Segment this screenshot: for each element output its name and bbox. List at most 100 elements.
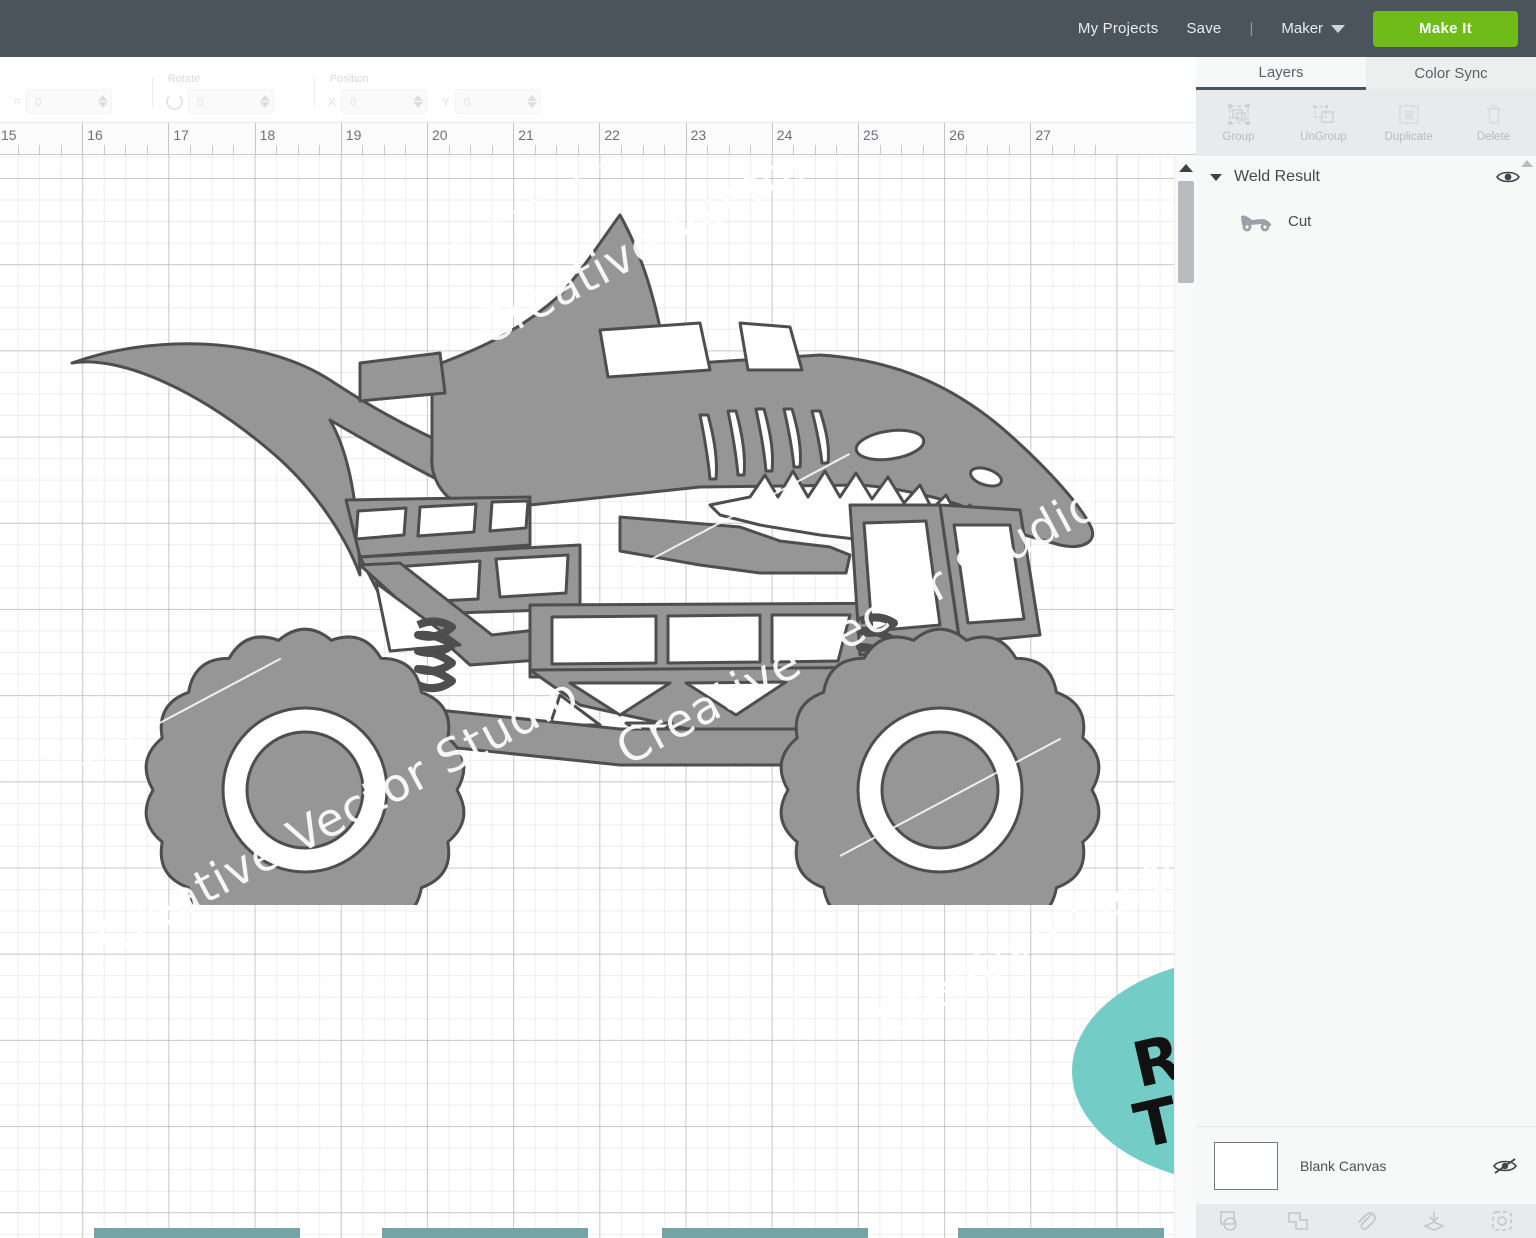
ruler-minor-tick (1008, 145, 1010, 154)
ruler-minor-tick (814, 145, 816, 154)
ruler-minor-tick (60, 145, 62, 154)
weld-button[interactable] (1264, 1210, 1332, 1232)
slice-button[interactable] (1196, 1210, 1264, 1232)
ruler-minor-tick (707, 145, 709, 154)
tab-layers[interactable]: Layers (1196, 57, 1366, 90)
ungroup-icon (1312, 105, 1334, 123)
ungroup-button[interactable]: UnGroup (1281, 103, 1366, 143)
top-header-bar: My Projects Save | Maker Make It (0, 0, 1536, 57)
size-lock-icon[interactable]: ⌗ (14, 94, 21, 109)
panel-bottom-toolbar (1196, 1204, 1536, 1238)
ruler-minor-tick (1095, 145, 1097, 154)
ruler-minor-tick (470, 145, 472, 154)
x-value: 0 (349, 94, 357, 109)
ruler-minor-tick (1073, 145, 1075, 154)
header-separator: | (1249, 20, 1254, 37)
size-group: ⌗ 0 (0, 73, 126, 114)
duplicate-label: Duplicate (1384, 131, 1433, 143)
flatten-icon (1423, 1212, 1445, 1231)
front-wheel-hub (880, 730, 1000, 850)
ruler-minor-tick (17, 145, 19, 154)
chevron-down-icon[interactable] (1331, 24, 1346, 33)
attach-button[interactable] (1332, 1210, 1400, 1232)
size-stepper[interactable] (97, 95, 108, 108)
duplicate-button[interactable]: Duplicate (1366, 103, 1451, 143)
ruler-minor-tick (383, 145, 385, 154)
ruler-number: 21 (518, 127, 534, 143)
pectoral-fin (358, 351, 447, 403)
eye-off-icon[interactable] (1492, 1157, 1518, 1175)
ruler-minor-tick (362, 145, 364, 154)
y-stepper[interactable] (526, 95, 537, 108)
ruler-number: 19 (345, 127, 362, 143)
format-badge-png: PNG (958, 1228, 1164, 1238)
layers-scroll-up-arrow-icon[interactable] (1521, 160, 1533, 167)
shark-monster-truck-artwork[interactable] (60, 205, 1140, 953)
layer-group-weld-result[interactable]: Weld Result (1196, 156, 1536, 198)
ungroup-label: UnGroup (1300, 131, 1347, 143)
ruler-number: 18 (259, 127, 276, 143)
ruler-minor-tick (103, 145, 105, 154)
ruler-minor-tick (211, 145, 213, 154)
layer-label: Cut (1288, 212, 1312, 230)
group-button[interactable]: Group (1196, 103, 1281, 143)
canvas-layer-row[interactable]: Blank Canvas (1196, 1126, 1536, 1204)
ruler-minor-tick (534, 145, 536, 154)
eye-icon[interactable] (1496, 169, 1520, 185)
x-field[interactable]: 0 (340, 89, 427, 114)
ruler-minor-tick (556, 145, 558, 154)
scroll-up-arrow-icon[interactable] (1178, 164, 1193, 172)
ruler-minor-tick (577, 145, 579, 154)
ruler-minor-tick (965, 145, 967, 154)
y-value: 0 (463, 94, 471, 109)
ruler-minor-tick (750, 145, 752, 154)
design-canvas[interactable]: Creative Vector Studio Creative Vector S… (0, 155, 1196, 1238)
position-group: Position X 0 Y 0 (313, 73, 555, 114)
right-panel: Layers Color Sync Group UnGroup Duplicat… (1196, 57, 1536, 1238)
layers-list: Weld Result Cut (1196, 156, 1536, 1126)
ruler-number: 16 (87, 127, 103, 143)
trash-icon (1486, 105, 1501, 124)
scrollbar-thumb[interactable] (1178, 181, 1194, 283)
canvas-vertical-scrollbar[interactable] (1174, 155, 1196, 1238)
format-badge-pdf: PDF (382, 1228, 588, 1238)
layer-row-cut[interactable]: Cut (1196, 198, 1536, 244)
ruler-minor-tick (987, 145, 989, 154)
x-label: X (327, 94, 336, 109)
ruler-minor-tick (39, 145, 41, 154)
ruler-number: 25 (863, 127, 879, 143)
panel-tabs: Layers Color Sync (1196, 57, 1536, 90)
ruler-minor-tick (405, 145, 407, 154)
tab-color-sync[interactable]: Color Sync (1366, 57, 1536, 90)
ruler-number: 24 (776, 127, 793, 143)
ruler-minor-tick (1051, 145, 1053, 154)
x-stepper[interactable] (412, 95, 423, 108)
ruler-minor-tick (664, 145, 666, 154)
rotate-field[interactable]: 0 (187, 89, 274, 114)
ruler-minor-tick (146, 145, 148, 154)
y-label: Y (441, 94, 450, 109)
slice-icon (1220, 1211, 1237, 1231)
ruler-number: 26 (949, 127, 965, 143)
caret-down-icon[interactable] (1210, 173, 1222, 181)
canvas-color-swatch[interactable] (1214, 1141, 1278, 1190)
make-it-button[interactable]: Make It (1373, 10, 1518, 47)
delete-button[interactable]: Delete (1451, 103, 1536, 143)
rotate-icon (165, 93, 183, 110)
y-field[interactable]: 0 (454, 89, 541, 114)
ruler-number: 15 (1, 127, 17, 143)
horizontal-ruler[interactable]: 15 16 17 18 19 20 21 22 23 24 25 26 27 (0, 123, 1196, 155)
flatten-button[interactable] (1400, 1210, 1468, 1232)
ruler-minor-tick (793, 145, 795, 154)
save-link[interactable]: Save (1186, 20, 1221, 37)
size-field[interactable]: 0 (25, 89, 112, 114)
machine-selector-label[interactable]: Maker (1281, 20, 1323, 37)
attach-icon (1358, 1212, 1376, 1230)
my-projects-link[interactable]: My Projects (1078, 20, 1159, 37)
contour-button[interactable] (1468, 1210, 1536, 1232)
canvas-layer-label: Blank Canvas (1300, 1157, 1387, 1174)
rotate-stepper[interactable] (259, 95, 270, 108)
ruler-minor-tick (297, 145, 299, 154)
rear-wheel-hub (245, 730, 365, 850)
duplicate-icon (1398, 105, 1419, 124)
